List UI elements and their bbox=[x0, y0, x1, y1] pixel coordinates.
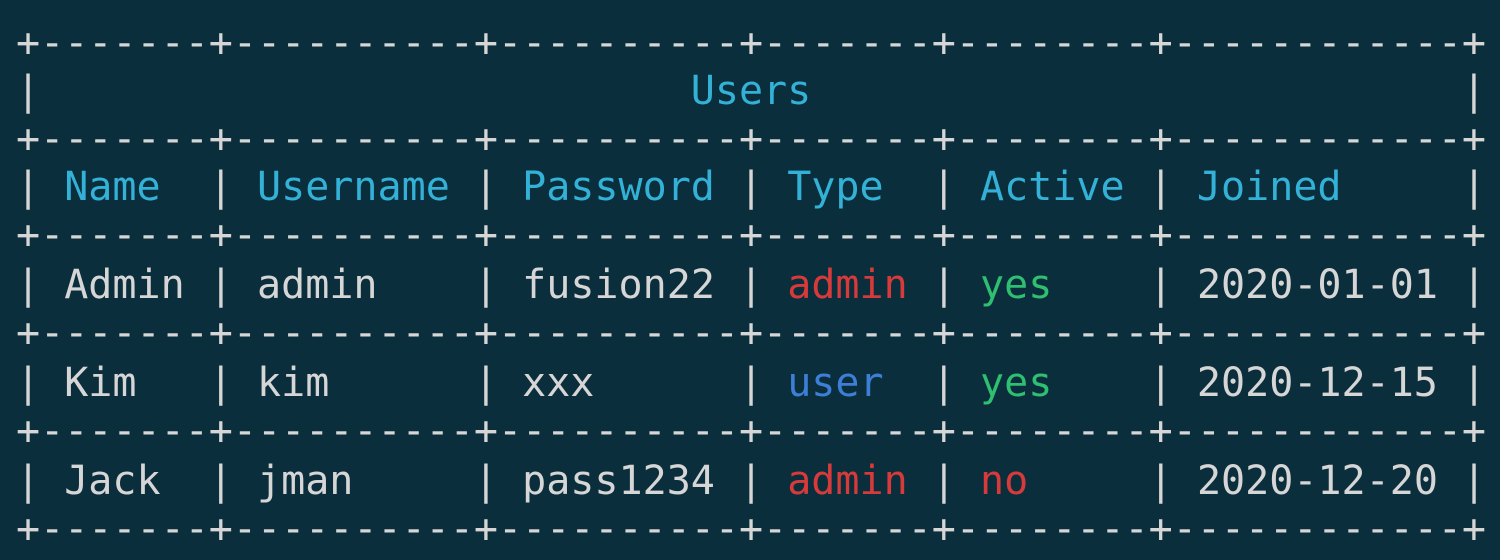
table-border: | bbox=[1462, 458, 1487, 504]
table-border: | bbox=[16, 68, 691, 114]
table-cell: no bbox=[980, 458, 1029, 504]
cell-padding bbox=[884, 164, 932, 210]
table-border: +-------+----------+----------+-------+-… bbox=[16, 506, 1487, 552]
table-border: | bbox=[739, 164, 788, 210]
table-border: | bbox=[16, 360, 65, 406]
cell-padding bbox=[1438, 262, 1462, 308]
table-title-row: | Users | bbox=[16, 67, 1486, 115]
cell-padding bbox=[450, 164, 474, 210]
table-border: | bbox=[1462, 360, 1487, 406]
table-cell: kim bbox=[257, 360, 330, 406]
cell-padding bbox=[329, 360, 474, 406]
table-border: | bbox=[1462, 262, 1487, 308]
table-border: | bbox=[16, 262, 65, 308]
table-border: | bbox=[208, 164, 258, 210]
cell-padding bbox=[1125, 164, 1149, 210]
table-border: | bbox=[1148, 360, 1197, 406]
table-cell: xxx bbox=[522, 360, 595, 406]
cell-padding bbox=[161, 458, 209, 504]
table-border: | bbox=[1148, 164, 1197, 210]
table-cell: pass1234 bbox=[522, 458, 715, 504]
column-header: Username bbox=[257, 164, 450, 210]
table-border: +-------+----------+----------+-------+-… bbox=[16, 116, 1487, 162]
cell-padding bbox=[378, 262, 474, 308]
table-cell: admin bbox=[787, 458, 908, 504]
table-border: | bbox=[208, 262, 258, 308]
table-cell: jman bbox=[257, 458, 354, 504]
table-border: | bbox=[739, 458, 788, 504]
table-title: Users bbox=[690, 68, 812, 114]
column-header: Joined bbox=[1196, 164, 1342, 210]
cell-padding bbox=[715, 458, 739, 504]
cell-padding bbox=[1342, 164, 1463, 210]
table-border: | bbox=[931, 360, 981, 406]
cell-padding bbox=[1052, 262, 1148, 308]
table-cell: admin bbox=[787, 262, 908, 308]
table-row: | Admin | admin | fusion22 | admin | yes… bbox=[16, 261, 1486, 309]
table-border: | bbox=[1148, 458, 1197, 504]
table-cell: Jack bbox=[64, 458, 161, 504]
table-border: | bbox=[473, 164, 523, 210]
cell-padding bbox=[353, 458, 474, 504]
cell-padding bbox=[1438, 360, 1462, 406]
cell-padding bbox=[1052, 360, 1148, 406]
table-cell: admin bbox=[257, 262, 378, 308]
column-header: Password bbox=[522, 164, 715, 210]
table-border: | bbox=[1148, 262, 1197, 308]
cell-padding bbox=[185, 262, 209, 308]
column-header: Active bbox=[980, 164, 1125, 210]
cell-padding bbox=[594, 360, 739, 406]
table-border: +-------+----------+----------+-------+-… bbox=[16, 212, 1487, 258]
table-border: | bbox=[811, 68, 1487, 114]
column-header: Name bbox=[64, 164, 161, 210]
cell-padding bbox=[715, 262, 739, 308]
table-border: +-------+----------+----------+-------+-… bbox=[16, 310, 1487, 356]
table-cell: Kim bbox=[64, 360, 137, 406]
table-border: | bbox=[16, 458, 65, 504]
table-cell: 2020-01-01 bbox=[1196, 262, 1438, 308]
cell-padding bbox=[161, 164, 209, 210]
cell-padding bbox=[715, 164, 739, 210]
column-header: Type bbox=[787, 164, 884, 210]
table-border: | bbox=[16, 164, 65, 210]
table-row: | Jack | jman | pass1234 | admin | no | … bbox=[16, 457, 1486, 505]
table-cell: 2020-12-15 bbox=[1196, 360, 1438, 406]
table-border: +-------+----------+----------+-------+-… bbox=[16, 408, 1487, 454]
cell-padding bbox=[908, 458, 932, 504]
table-border: | bbox=[1462, 164, 1487, 210]
table-cell: yes bbox=[980, 262, 1053, 308]
table-border: | bbox=[473, 360, 523, 406]
cell-padding bbox=[137, 360, 209, 406]
table-border: | bbox=[739, 360, 788, 406]
table-row: | Kim | kim | xxx | user | yes | 2020-12… bbox=[16, 359, 1486, 407]
table-cell: 2020-12-20 bbox=[1196, 458, 1438, 504]
table-border: | bbox=[208, 458, 258, 504]
table-cell: yes bbox=[980, 360, 1053, 406]
table-border: | bbox=[931, 458, 981, 504]
cell-padding bbox=[1028, 458, 1149, 504]
table-cell: user bbox=[787, 360, 884, 406]
table-border: | bbox=[473, 262, 523, 308]
table-border: | bbox=[473, 458, 523, 504]
table-border: | bbox=[208, 360, 258, 406]
cell-padding bbox=[884, 360, 932, 406]
table-border: | bbox=[931, 164, 981, 210]
table-border: +-------+----------+----------+-------+-… bbox=[16, 20, 1487, 66]
table-border: | bbox=[931, 262, 981, 308]
table-cell: Admin bbox=[64, 262, 185, 308]
table-header-row: | Name | Username | Password | Type | Ac… bbox=[16, 163, 1486, 211]
terminal-window: +-------+----------+----------+-------+-… bbox=[0, 0, 1500, 560]
cell-padding bbox=[1438, 458, 1462, 504]
cell-padding bbox=[908, 262, 932, 308]
table-border: | bbox=[739, 262, 788, 308]
table-cell: fusion22 bbox=[522, 262, 715, 308]
